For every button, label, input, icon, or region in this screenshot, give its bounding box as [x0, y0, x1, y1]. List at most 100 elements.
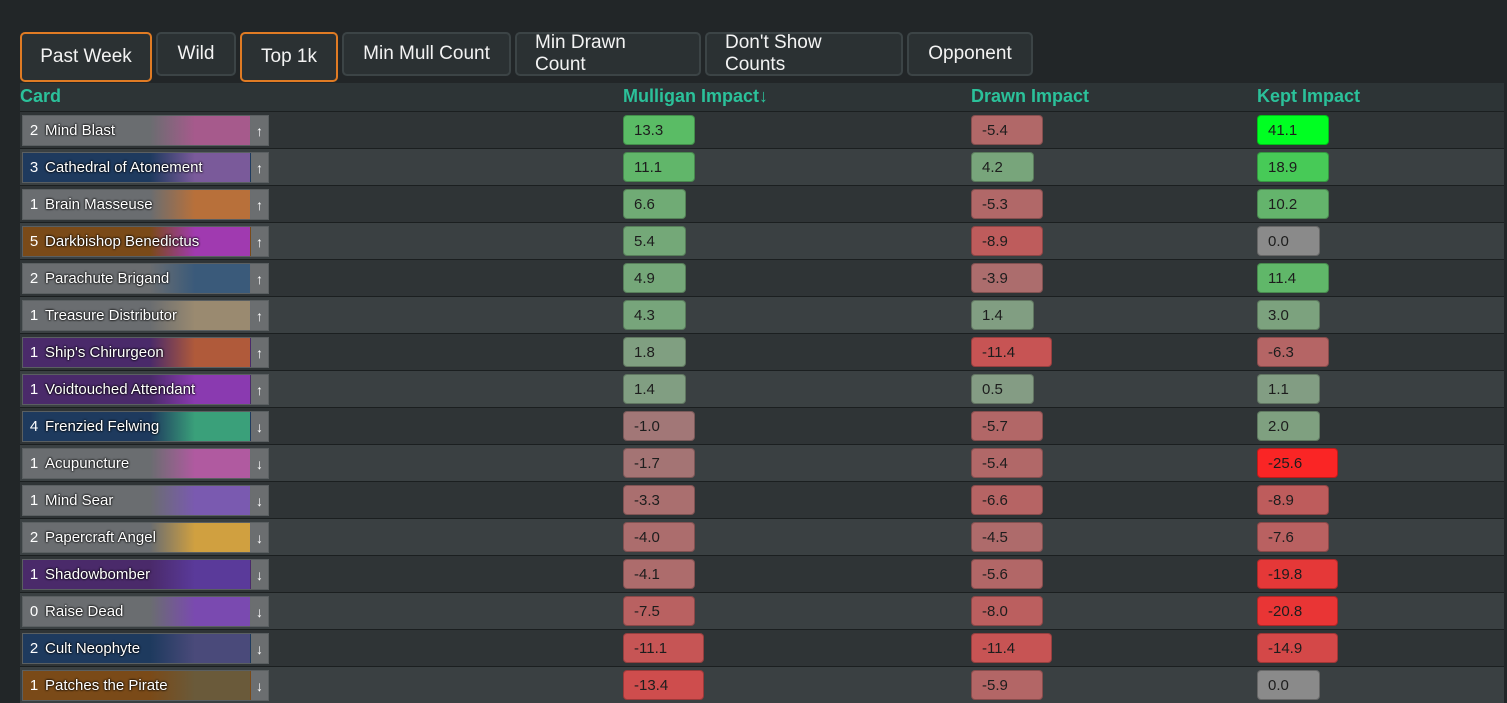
table-header: Card Mulligan Impact↓ Drawn Impact Kept … — [20, 83, 1504, 111]
card-name: Parachute Brigand — [45, 270, 170, 287]
kept-impact-value: -8.9 — [1257, 485, 1329, 515]
arrow-down-icon: ↓ — [251, 597, 268, 626]
arrow-up-icon: ↑ — [251, 338, 268, 367]
card-tile[interactable]: 1 Treasure Distributor ↑ — [22, 300, 269, 331]
card-art-image — [150, 523, 250, 552]
kept-impact-value: 0.0 — [1257, 670, 1320, 700]
drawn-impact-value: -4.5 — [971, 522, 1043, 552]
card-art-image — [150, 486, 250, 515]
card-tile[interactable]: 1 Mind Sear ↓ — [22, 485, 269, 516]
drawn-impact-value: -3.9 — [971, 263, 1043, 293]
filter-button-wild[interactable]: Wild — [156, 32, 236, 76]
mulligan-impact-value: -3.3 — [623, 485, 695, 515]
mulligan-impact-value: -4.1 — [623, 559, 695, 589]
card-name: Mind Sear — [45, 492, 114, 509]
drawn-impact-value: -5.4 — [971, 448, 1043, 478]
card-tile[interactable]: 1 Voidtouched Attendant ↑ — [22, 374, 269, 405]
card-name: Brain Masseuse — [45, 196, 153, 213]
arrow-down-icon: ↓ — [251, 634, 268, 663]
mulligan-impact-value: 4.9 — [623, 263, 686, 293]
card-cost: 4 — [29, 418, 39, 435]
card-tile[interactable]: 2 Mind Blast ↑ — [22, 115, 269, 146]
drawn-impact-value: 0.5 — [971, 374, 1034, 404]
card-cost: 1 — [29, 196, 39, 213]
filter-button-dont-show-counts[interactable]: Don't Show Counts — [705, 32, 903, 76]
card-tile[interactable]: 0 Raise Dead ↓ — [22, 596, 269, 627]
drawn-impact-value: -6.6 — [971, 485, 1043, 515]
kept-impact-value: 41.1 — [1257, 115, 1329, 145]
drawn-impact-value: 1.4 — [971, 300, 1034, 330]
card-name: Cathedral of Atonement — [45, 159, 203, 176]
card-cost: 0 — [29, 603, 39, 620]
card-tile[interactable]: 1 Patches the Pirate ↓ — [22, 670, 269, 701]
arrow-up-icon: ↑ — [251, 264, 268, 293]
drawn-impact-value: -11.4 — [971, 337, 1052, 367]
card-tile[interactable]: 3 Cathedral of Atonement ↑ — [22, 152, 269, 183]
card-art-image — [150, 412, 250, 441]
card-tile[interactable]: 1 Shadowbomber ↓ — [22, 559, 269, 590]
card-name: Voidtouched Attendant — [45, 381, 196, 398]
table-row: 5 Darkbishop Benedictus ↑ 5.4 -8.9 0.0 — [20, 222, 1504, 259]
kept-impact-value: 2.0 — [1257, 411, 1320, 441]
kept-impact-value: 3.0 — [1257, 300, 1320, 330]
card-tile[interactable]: 2 Parachute Brigand ↑ — [22, 263, 269, 294]
column-header-card[interactable]: Card — [20, 86, 61, 107]
card-cost: 1 — [29, 381, 39, 398]
drawn-impact-value: 4.2 — [971, 152, 1034, 182]
card-tile[interactable]: 5 Darkbishop Benedictus ↑ — [22, 226, 269, 257]
card-tile[interactable]: 1 Brain Masseuse ↑ — [22, 189, 269, 220]
table-row: 1 Shadowbomber ↓ -4.1 -5.6 -19.8 — [20, 555, 1504, 592]
table-row: 1 Treasure Distributor ↑ 4.3 1.4 3.0 — [20, 296, 1504, 333]
card-cost: 1 — [29, 307, 39, 324]
kept-impact-value: 11.4 — [1257, 263, 1329, 293]
arrow-up-icon: ↑ — [251, 153, 268, 182]
card-name: Raise Dead — [45, 603, 124, 620]
drawn-impact-value: -5.3 — [971, 189, 1043, 219]
card-cost: 1 — [29, 566, 39, 583]
mulligan-impact-value: -1.0 — [623, 411, 695, 441]
card-art-image — [150, 634, 250, 663]
filter-button-min-mull-count[interactable]: Min Mull Count — [342, 32, 511, 76]
card-name: Papercraft Angel — [45, 529, 156, 546]
mulligan-impact-value: -11.1 — [623, 633, 704, 663]
arrow-up-icon: ↑ — [251, 227, 268, 256]
filter-button-min-drawn-count[interactable]: Min Drawn Count — [515, 32, 701, 76]
card-art-image — [150, 449, 250, 478]
table-row: 1 Acupuncture ↓ -1.7 -5.4 -25.6 — [20, 444, 1504, 481]
card-tile[interactable]: 1 Acupuncture ↓ — [22, 448, 269, 479]
card-cost: 2 — [29, 270, 39, 287]
filter-button-past-week[interactable]: Past Week — [20, 32, 152, 82]
card-cost: 1 — [29, 677, 39, 694]
card-name: Mind Blast — [45, 122, 116, 139]
column-header-kept-impact[interactable]: Kept Impact — [1257, 86, 1360, 107]
drawn-impact-value: -5.7 — [971, 411, 1043, 441]
card-name: Acupuncture — [45, 455, 130, 472]
mulligan-impact-value: -7.5 — [623, 596, 695, 626]
card-name: Frenzied Felwing — [45, 418, 160, 435]
column-header-mulligan-impact[interactable]: Mulligan Impact↓ — [623, 86, 768, 107]
kept-impact-value: -25.6 — [1257, 448, 1338, 478]
arrow-up-icon: ↑ — [251, 190, 268, 219]
filter-button-top-1k[interactable]: Top 1k — [240, 32, 338, 82]
card-tile[interactable]: 1 Ship's Chirurgeon ↑ — [22, 337, 269, 368]
kept-impact-value: 10.2 — [1257, 189, 1329, 219]
card-name: Ship's Chirurgeon — [45, 344, 164, 361]
card-name: Treasure Distributor — [45, 307, 177, 324]
card-tile[interactable]: 4 Frenzied Felwing ↓ — [22, 411, 269, 442]
kept-impact-value: -19.8 — [1257, 559, 1338, 589]
table-row: 3 Cathedral of Atonement ↑ 11.1 4.2 18.9 — [20, 148, 1504, 185]
card-cost: 3 — [29, 159, 39, 176]
filter-button-opponent[interactable]: Opponent — [907, 32, 1033, 76]
kept-impact-value: -14.9 — [1257, 633, 1338, 663]
drawn-impact-value: -5.6 — [971, 559, 1043, 589]
card-art-image — [150, 560, 250, 589]
column-header-drawn-impact[interactable]: Drawn Impact — [971, 86, 1089, 107]
kept-impact-value: 18.9 — [1257, 152, 1329, 182]
arrow-down-icon: ↓ — [251, 523, 268, 552]
card-tile[interactable]: 2 Papercraft Angel ↓ — [22, 522, 269, 553]
card-tile[interactable]: 2 Cult Neophyte ↓ — [22, 633, 269, 664]
mulligan-impact-value: 11.1 — [623, 152, 695, 182]
mulligan-table: Card Mulligan Impact↓ Drawn Impact Kept … — [20, 83, 1504, 703]
arrow-down-icon: ↓ — [251, 412, 268, 441]
arrow-down-icon: ↓ — [251, 449, 268, 478]
